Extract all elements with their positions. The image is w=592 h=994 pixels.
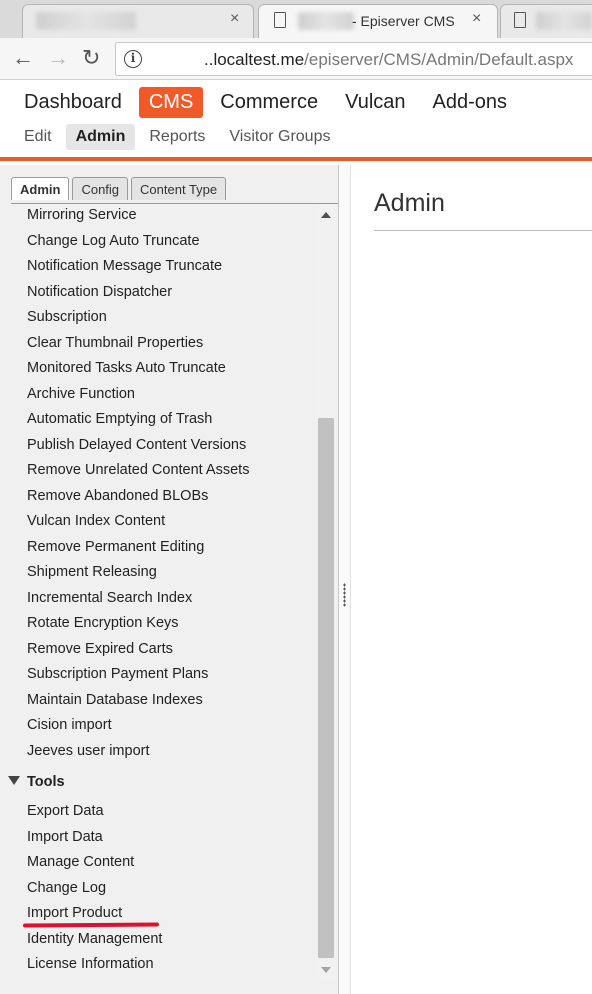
url-input[interactable]: i ..localtest.me/episerver/CMS/Admin/Def…	[115, 42, 592, 76]
product-menu: Dashboard CMS Commerce Vulcan Add-ons	[14, 87, 524, 118]
browser-tab-active[interactable]: - Episerver CMS ×	[258, 4, 498, 38]
page-icon	[274, 12, 286, 28]
tab-config[interactable]: Config	[72, 177, 129, 200]
submenu-edit[interactable]: Edit	[14, 124, 62, 150]
submenu-reports[interactable]: Reports	[139, 124, 215, 150]
close-tab-icon[interactable]: ×	[230, 10, 239, 28]
job-notification-message-truncate[interactable]: Notification Message Truncate	[27, 256, 312, 282]
menu-dashboard[interactable]: Dashboard	[14, 87, 132, 118]
job-rotate-encryption-keys[interactable]: Rotate Encryption Keys	[27, 613, 312, 639]
job-remove-abandoned-blobs[interactable]: Remove Abandoned BLOBs	[27, 486, 312, 512]
back-icon[interactable]: ←	[12, 46, 34, 70]
job-jeeves-user-import[interactable]: Jeeves user import	[27, 741, 312, 767]
tool-license-information[interactable]: License Information	[27, 954, 312, 980]
tools-list: Export Data Import Data Manage Content C…	[27, 801, 312, 980]
tool-change-log[interactable]: Change Log	[27, 878, 312, 904]
page-icon	[514, 12, 526, 28]
job-change-log-auto-truncate[interactable]: Change Log Auto Truncate	[27, 231, 312, 257]
scheduled-jobs-list: Mirroring Service Change Log Auto Trunca…	[27, 205, 312, 766]
tab-content-type[interactable]: Content Type	[131, 177, 227, 200]
job-remove-unrelated-content-assets[interactable]: Remove Unrelated Content Assets	[27, 460, 312, 486]
job-archive-function[interactable]: Archive Function	[27, 384, 312, 410]
submenu-admin[interactable]: Admin	[65, 124, 136, 150]
tab-title: - Episerver CMS	[352, 13, 455, 29]
job-mirroring-service[interactable]: Mirroring Service	[27, 205, 312, 231]
url-path: /episerver/CMS/Admin/Default.aspx	[304, 50, 574, 69]
tools-section-label: Tools	[27, 774, 65, 790]
tool-import-data[interactable]: Import Data	[27, 827, 312, 853]
redacted-tab-title	[298, 12, 354, 30]
main-content: Admin	[352, 165, 592, 994]
job-automatic-emptying-of-trash[interactable]: Automatic Emptying of Trash	[27, 409, 312, 435]
panel-tabs: Admin Config Content Type	[11, 177, 227, 200]
close-tab-icon[interactable]: ×	[472, 10, 481, 28]
cms-submenu: Edit Admin Reports Visitor Groups	[14, 124, 344, 150]
menu-add-ons[interactable]: Add-ons	[423, 87, 518, 118]
tools-section-header[interactable]: Tools	[8, 774, 65, 790]
job-subscription-payment-plans[interactable]: Subscription Payment Plans	[27, 664, 312, 690]
job-monitored-tasks-auto-truncate[interactable]: Monitored Tasks Auto Truncate	[27, 358, 312, 384]
url-host: ..localtest.me	[204, 50, 305, 69]
redacted-tab-title	[536, 12, 592, 30]
job-remove-expired-carts[interactable]: Remove Expired Carts	[27, 639, 312, 665]
job-clear-thumbnail-properties[interactable]: Clear Thumbnail Properties	[27, 333, 312, 359]
job-publish-delayed-content-versions[interactable]: Publish Delayed Content Versions	[27, 435, 312, 461]
job-cision-import[interactable]: Cision import	[27, 715, 312, 741]
job-subscription[interactable]: Subscription	[27, 307, 312, 333]
job-vulcan-index-content[interactable]: Vulcan Index Content	[27, 511, 312, 537]
submenu-visitor-groups[interactable]: Visitor Groups	[219, 124, 340, 150]
divider	[11, 203, 338, 204]
browser-tab[interactable]: ×	[22, 4, 254, 38]
url-text: ..localtest.me/episerver/CMS/Admin/Defau…	[204, 50, 573, 70]
tab-admin[interactable]: Admin	[11, 177, 70, 200]
collapse-triangle-icon[interactable]	[8, 776, 20, 785]
global-menu: Dashboard CMS Commerce Vulcan Add-ons Ed…	[0, 81, 592, 161]
page-title: Admin	[374, 189, 445, 217]
navigation-scrollbar[interactable]	[316, 205, 336, 978]
job-maintain-database-indexes[interactable]: Maintain Database Indexes	[27, 690, 312, 716]
drag-handle-icon[interactable]	[343, 583, 346, 607]
address-bar: ← → ↻ i ..localtest.me/episerver/CMS/Adm…	[0, 38, 592, 80]
tool-export-data[interactable]: Export Data	[27, 801, 312, 827]
job-notification-dispatcher[interactable]: Notification Dispatcher	[27, 282, 312, 308]
job-incremental-search-index[interactable]: Incremental Search Index	[27, 588, 312, 614]
divider	[374, 230, 592, 231]
menu-commerce[interactable]: Commerce	[210, 87, 328, 118]
reload-icon[interactable]: ↻	[82, 46, 100, 70]
pane-splitter[interactable]	[339, 165, 351, 994]
tool-manage-content[interactable]: Manage Content	[27, 852, 312, 878]
browser-tab[interactable]	[500, 4, 592, 38]
scrollbar-thumb[interactable]	[318, 418, 334, 958]
menu-cms[interactable]: CMS	[138, 87, 204, 118]
browser-tabstrip: × - Episerver CMS ×	[0, 0, 592, 38]
job-shipment-releasing[interactable]: Shipment Releasing	[27, 562, 312, 588]
tool-identity-management[interactable]: Identity Management	[27, 929, 312, 955]
scroll-down-arrow-icon[interactable]	[321, 967, 331, 973]
job-remove-permanent-editing[interactable]: Remove Permanent Editing	[27, 537, 312, 563]
menu-vulcan[interactable]: Vulcan	[335, 87, 415, 118]
forward-icon[interactable]: →	[47, 46, 69, 70]
redacted-tab-title	[36, 12, 136, 30]
admin-navigation-pane: Admin Config Content Type Mirroring Serv…	[0, 165, 339, 994]
scroll-up-arrow-icon[interactable]	[321, 212, 331, 218]
info-icon[interactable]: i	[124, 50, 142, 68]
